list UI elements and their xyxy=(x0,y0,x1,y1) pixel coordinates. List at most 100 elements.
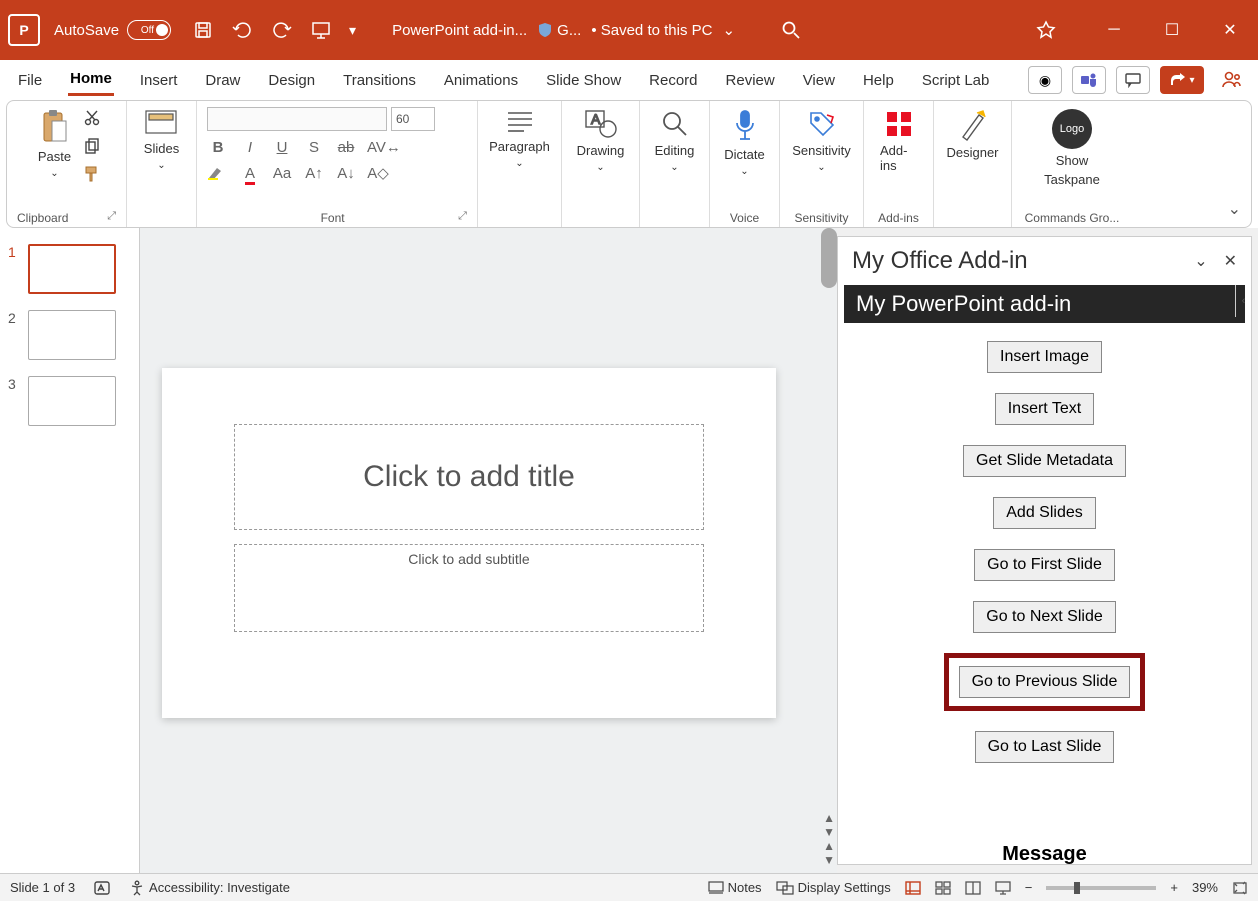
thumbnail-3[interactable]: 3 xyxy=(0,372,139,438)
go-next-slide-button[interactable]: Go to Next Slide xyxy=(973,601,1116,633)
zoom-in-button[interactable]: + xyxy=(1170,880,1178,895)
tab-help[interactable]: Help xyxy=(861,66,896,95)
font-size-input[interactable] xyxy=(391,107,435,131)
maximize-button[interactable]: ☐ xyxy=(1152,20,1192,40)
shadow-button[interactable]: S xyxy=(303,139,325,156)
addins-button[interactable]: Add-ins xyxy=(874,105,923,177)
drawing-button[interactable]: A Drawing ⌄ xyxy=(571,105,631,177)
designer-button[interactable]: Designer xyxy=(940,105,1004,164)
tab-home[interactable]: Home xyxy=(68,64,114,96)
spell-check-icon[interactable] xyxy=(93,880,111,896)
slide-canvas[interactable]: Click to add title Click to add subtitle xyxy=(162,368,776,718)
dictate-button[interactable]: Dictate ⌄ xyxy=(718,105,770,181)
tab-file[interactable]: File xyxy=(16,66,44,95)
notes-button[interactable]: Notes xyxy=(708,880,762,895)
sensitivity-button[interactable]: Sensitivity ⌄ xyxy=(786,105,857,177)
tab-review[interactable]: Review xyxy=(724,66,777,95)
save-status[interactable]: • Saved to this PC xyxy=(591,22,712,39)
tab-view[interactable]: View xyxy=(801,66,837,95)
strikethrough-button[interactable]: ab xyxy=(335,139,357,156)
close-button[interactable]: ✕ xyxy=(1210,20,1250,40)
pane-close-icon[interactable]: ✕ xyxy=(1224,251,1237,271)
title-placeholder[interactable]: Click to add title xyxy=(234,424,704,530)
tab-script-lab[interactable]: Script Lab xyxy=(920,66,992,95)
format-painter-icon[interactable] xyxy=(83,165,101,183)
tab-slide-show[interactable]: Slide Show xyxy=(544,66,623,95)
tab-design[interactable]: Design xyxy=(266,66,317,95)
scrollbar-thumb[interactable] xyxy=(821,228,837,288)
save-status-chevron-icon[interactable]: ⌄ xyxy=(722,21,735,39)
premium-icon[interactable] xyxy=(1036,20,1076,40)
underline-button[interactable]: U xyxy=(271,139,293,156)
slide-editor[interactable]: Click to add title Click to add subtitle… xyxy=(140,228,837,873)
share-button[interactable]: ▾ xyxy=(1160,66,1204,94)
display-settings-button[interactable]: Display Settings xyxy=(776,880,891,895)
go-first-slide-button[interactable]: Go to First Slide xyxy=(974,549,1115,581)
italic-button[interactable]: I xyxy=(239,139,261,156)
clear-formatting-button[interactable]: A◇ xyxy=(367,164,389,182)
tab-transitions[interactable]: Transitions xyxy=(341,66,418,95)
document-name[interactable]: PowerPoint add-in... xyxy=(392,22,527,39)
account-icon[interactable] xyxy=(1220,69,1242,91)
camera-record-button[interactable]: ◉ xyxy=(1028,66,1062,94)
font-name-input[interactable] xyxy=(207,107,387,131)
slideshow-view-button[interactable] xyxy=(995,880,1011,896)
go-previous-slide-button[interactable]: Go to Previous Slide xyxy=(959,666,1131,698)
paste-button[interactable]: Paste ⌄ xyxy=(32,105,77,183)
toggle-knob xyxy=(156,24,168,36)
zoom-slider-knob[interactable] xyxy=(1074,882,1080,894)
search-icon[interactable] xyxy=(781,20,801,40)
insert-image-button[interactable]: Insert Image xyxy=(987,341,1102,373)
highlight-button[interactable] xyxy=(207,166,229,180)
ribbon-collapse-icon[interactable]: ⌄ xyxy=(1228,199,1241,219)
subtitle-placeholder[interactable]: Click to add subtitle xyxy=(234,544,704,632)
copy-icon[interactable] xyxy=(83,137,101,155)
slide-nav-arrows[interactable]: ▲▼▲▼ xyxy=(823,811,835,867)
dialog-launcher-icon[interactable]: ⤢ xyxy=(458,210,467,223)
add-slides-button[interactable]: Add Slides xyxy=(993,497,1096,529)
comments-button[interactable] xyxy=(1116,66,1150,94)
character-spacing-button[interactable]: AV↔ xyxy=(367,139,389,156)
toggle-switch[interactable]: Off xyxy=(127,20,171,40)
paragraph-button[interactable]: Paragraph ⌄ xyxy=(483,105,556,173)
change-case-button[interactable]: Aa xyxy=(271,165,293,182)
undo-icon[interactable] xyxy=(231,20,255,40)
thumbnail-2[interactable]: 2 xyxy=(0,306,139,372)
qat-more-icon[interactable]: ▾ xyxy=(349,22,356,39)
slide-counter[interactable]: Slide 1 of 3 xyxy=(10,880,75,895)
tab-record[interactable]: Record xyxy=(647,66,699,95)
tab-draw[interactable]: Draw xyxy=(203,66,242,95)
decrease-font-button[interactable]: A↓ xyxy=(335,165,357,182)
bold-button[interactable]: B xyxy=(207,139,229,156)
cut-icon[interactable] xyxy=(83,109,101,127)
tab-insert[interactable]: Insert xyxy=(138,66,180,95)
go-last-slide-button[interactable]: Go to Last Slide xyxy=(975,731,1115,763)
get-slide-metadata-button[interactable]: Get Slide Metadata xyxy=(963,445,1126,477)
editing-button[interactable]: Editing ⌄ xyxy=(649,105,701,177)
fit-to-window-button[interactable] xyxy=(1232,881,1248,895)
dialog-launcher-icon[interactable]: ⤢ xyxy=(107,210,116,223)
slides-button[interactable]: Slides ⌄ xyxy=(138,105,185,175)
pane-chevron-down-icon[interactable]: ⌄ xyxy=(1194,251,1207,271)
redo-icon[interactable] xyxy=(273,20,293,40)
zoom-slider[interactable] xyxy=(1046,886,1156,890)
zoom-level[interactable]: 39% xyxy=(1192,880,1218,895)
font-color-button[interactable]: A xyxy=(239,165,261,182)
normal-view-button[interactable] xyxy=(905,881,921,895)
shield-icon[interactable]: G... xyxy=(537,22,581,39)
thumbnail-1[interactable]: 1 xyxy=(0,240,139,306)
tab-animations[interactable]: Animations xyxy=(442,66,520,95)
present-icon[interactable] xyxy=(311,20,331,40)
save-icon[interactable] xyxy=(193,20,213,40)
slide-sorter-view-button[interactable] xyxy=(935,881,951,895)
pane-expand-icon[interactable]: ‹ xyxy=(1235,285,1251,317)
teams-button[interactable] xyxy=(1072,66,1106,94)
accessibility-status[interactable]: Accessibility: Investigate xyxy=(129,880,290,896)
increase-font-button[interactable]: A↑ xyxy=(303,165,325,182)
zoom-out-button[interactable]: − xyxy=(1025,880,1033,895)
reading-view-button[interactable] xyxy=(965,881,981,895)
insert-text-button[interactable]: Insert Text xyxy=(995,393,1095,425)
autosave-toggle[interactable]: AutoSave Off xyxy=(54,20,171,40)
minimize-button[interactable]: ─ xyxy=(1094,21,1134,39)
show-taskpane-button[interactable]: Logo Show Taskpane xyxy=(1038,105,1106,191)
